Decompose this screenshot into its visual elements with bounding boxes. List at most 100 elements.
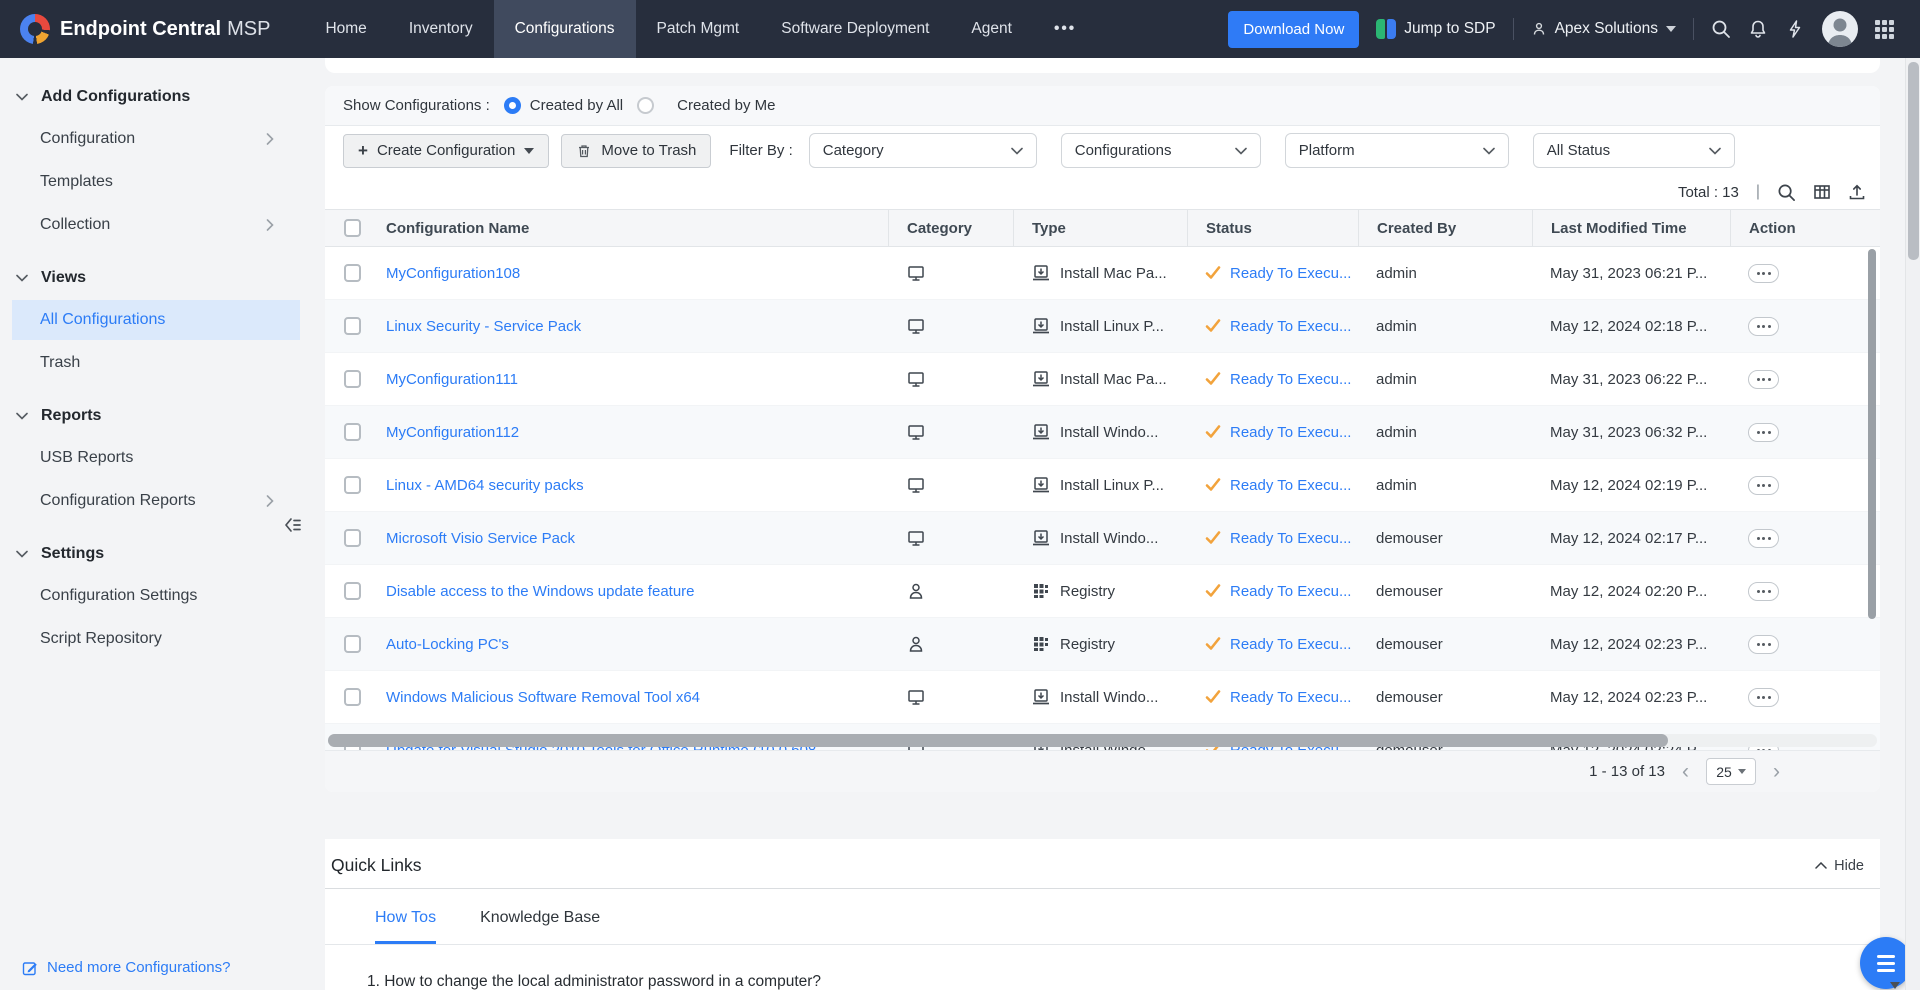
status-link[interactable]: Ready To Execu...	[1230, 318, 1351, 335]
row-actions-button[interactable]	[1748, 370, 1779, 389]
jump-to-sdp-link[interactable]: Jump to SDP	[1376, 19, 1495, 39]
quick-actions-bolt-icon[interactable]	[1785, 19, 1805, 39]
row-actions-button[interactable]	[1748, 476, 1779, 495]
status-link[interactable]: Ready To Execu...	[1230, 371, 1351, 388]
previous-page-icon[interactable]: ‹	[1682, 761, 1689, 782]
status-link[interactable]: Ready To Execu...	[1230, 689, 1351, 706]
configuration-name-link[interactable]: Microsoft Visio Service Pack	[386, 530, 575, 547]
radio-created-by-me-label[interactable]: Created by Me	[677, 97, 775, 114]
nav-more-menu[interactable]: •••	[1033, 0, 1097, 58]
status-link[interactable]: Ready To Execu...	[1230, 424, 1351, 441]
column-header-last-modified-time[interactable]: Last Modified Time	[1532, 210, 1730, 246]
hide-quick-links-button[interactable]: Hide	[1815, 858, 1864, 874]
status-link[interactable]: Ready To Execu...	[1230, 636, 1351, 653]
configuration-name-link[interactable]: Windows Malicious Software Removal Tool …	[386, 689, 700, 706]
configuration-name-link[interactable]: MyConfiguration111	[386, 371, 518, 388]
nav-item-inventory[interactable]: Inventory	[388, 0, 494, 58]
sidebar-item-trash[interactable]: Trash	[12, 343, 300, 383]
configuration-name-link[interactable]: Disable access to the Windows update fea…	[386, 583, 695, 600]
row-actions-button[interactable]	[1748, 688, 1779, 707]
row-checkbox[interactable]	[344, 317, 361, 335]
page-scrollbar-thumb[interactable]	[1908, 62, 1919, 260]
status-link[interactable]: Ready To Execu...	[1230, 583, 1351, 600]
radio-created-by-all-label[interactable]: Created by All	[530, 97, 623, 114]
sidebar-header-settings[interactable]: Settings	[0, 535, 300, 573]
sidebar-item-usb-reports[interactable]: USB Reports	[12, 438, 300, 478]
radio-created-by-all[interactable]	[504, 97, 521, 114]
table-search-icon[interactable]	[1777, 183, 1796, 202]
next-page-icon[interactable]: ›	[1773, 761, 1780, 782]
row-actions-button[interactable]	[1748, 317, 1779, 336]
horizontal-scrollbar[interactable]	[328, 734, 1877, 747]
row-checkbox[interactable]	[344, 582, 361, 600]
column-header-configuration-name[interactable]: Configuration Name	[380, 210, 888, 246]
nav-item-configurations[interactable]: Configurations	[494, 0, 636, 58]
row-actions-button[interactable]	[1748, 264, 1779, 283]
column-header-status[interactable]: Status	[1187, 210, 1358, 246]
horizontal-scrollbar-thumb[interactable]	[328, 734, 1668, 747]
column-chooser-icon[interactable]	[1813, 183, 1831, 201]
row-checkbox[interactable]	[344, 370, 361, 388]
tab-knowledge-base[interactable]: Knowledge Base	[480, 909, 600, 944]
account-menu[interactable]: Apex Solutions	[1531, 20, 1676, 38]
notification-bell-icon[interactable]	[1748, 19, 1768, 39]
section-title: Settings	[41, 545, 104, 563]
row-actions-button[interactable]	[1748, 582, 1779, 601]
nav-item-software-deployment[interactable]: Software Deployment	[760, 0, 950, 58]
user-avatar[interactable]	[1822, 11, 1858, 47]
row-actions-button[interactable]	[1748, 529, 1779, 548]
sidebar-header-views[interactable]: Views	[0, 259, 300, 297]
sidebar-item-collection[interactable]: Collection	[12, 205, 300, 245]
nav-item-home[interactable]: Home	[304, 0, 387, 58]
sidebar-item-configuration-reports[interactable]: Configuration Reports	[12, 481, 300, 521]
sidebar-header-reports[interactable]: Reports	[0, 397, 300, 435]
configuration-name-link[interactable]: MyConfiguration112	[386, 424, 519, 441]
column-header-created-by[interactable]: Created By	[1358, 210, 1532, 246]
create-configuration-button[interactable]: + Create Configuration	[343, 134, 549, 168]
export-icon[interactable]	[1848, 183, 1866, 201]
sidebar-item-templates[interactable]: Templates	[12, 162, 300, 202]
type-label: Install Linux P...	[1060, 477, 1164, 494]
how-to-link[interactable]: 1. How to change the local administrator…	[367, 973, 821, 990]
sidebar-item-all-configurations[interactable]: All Configurations	[12, 300, 300, 340]
download-now-button[interactable]: Download Now	[1228, 11, 1359, 48]
configuration-name-link[interactable]: Linux - AMD64 security packs	[386, 477, 584, 494]
configuration-name-link[interactable]: MyConfiguration108	[386, 265, 520, 282]
row-checkbox[interactable]	[344, 264, 361, 282]
nav-item-agent[interactable]: Agent	[950, 0, 1033, 58]
sidebar-item-configuration[interactable]: Configuration	[12, 119, 300, 159]
column-header-category[interactable]: Category	[888, 210, 1013, 246]
configurations-filter-dropdown[interactable]: Configurations	[1061, 133, 1261, 168]
select-all-checkbox[interactable]	[344, 219, 361, 237]
row-actions-button[interactable]	[1748, 423, 1779, 442]
sidebar-item-script-repository[interactable]: Script Repository	[12, 619, 300, 659]
search-icon[interactable]	[1711, 19, 1731, 39]
row-checkbox[interactable]	[344, 423, 361, 441]
move-to-trash-button[interactable]: Move to Trash	[561, 134, 711, 168]
sidebar-item-configuration-settings[interactable]: Configuration Settings	[12, 576, 300, 616]
nav-item-patch-mgmt[interactable]: Patch Mgmt	[636, 0, 761, 58]
tab-how-tos[interactable]: How Tos	[375, 909, 436, 944]
configuration-name-link[interactable]: Linux Security - Service Pack	[386, 318, 581, 335]
page-size-select[interactable]: 25	[1706, 758, 1756, 785]
apps-grid-icon[interactable]	[1875, 20, 1894, 39]
platform-filter-dropdown[interactable]: Platform	[1285, 133, 1509, 168]
row-checkbox[interactable]	[344, 688, 361, 706]
sidebar-header-add-configurations[interactable]: Add Configurations	[0, 78, 300, 116]
row-checkbox[interactable]	[344, 529, 361, 547]
status-link[interactable]: Ready To Execu...	[1230, 530, 1351, 547]
configuration-name-link[interactable]: Auto-Locking PC's	[386, 636, 509, 653]
row-checkbox[interactable]	[344, 476, 361, 494]
type-label: Install Windo...	[1060, 689, 1158, 706]
row-checkbox[interactable]	[344, 635, 361, 653]
table-vertical-scrollbar-thumb[interactable]	[1868, 249, 1876, 619]
column-header-type[interactable]: Type	[1013, 210, 1187, 246]
radio-created-by-me[interactable]	[637, 97, 654, 114]
status-link[interactable]: Ready To Execu...	[1230, 477, 1351, 494]
need-more-configurations-link[interactable]: Need more Configurations?	[22, 959, 230, 976]
status-link[interactable]: Ready To Execu...	[1230, 265, 1351, 282]
status-filter-dropdown[interactable]: All Status	[1533, 133, 1735, 168]
row-actions-button[interactable]	[1748, 635, 1779, 654]
page-scrollbar[interactable]	[1905, 58, 1920, 990]
category-filter-dropdown[interactable]: Category	[809, 133, 1037, 168]
